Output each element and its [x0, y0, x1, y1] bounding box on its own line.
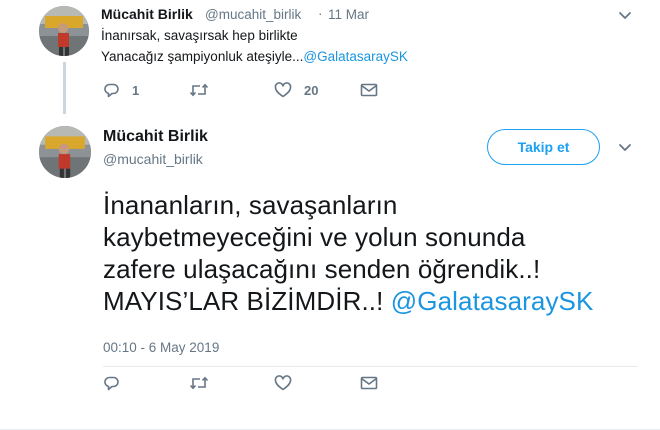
tweet-timestamp[interactable]: 00:10 - 6 May 2019 — [103, 340, 219, 355]
parent-display-name[interactable]: Mücahit Birlik — [101, 6, 193, 22]
retweet-icon — [189, 83, 209, 97]
like-icon — [274, 82, 292, 98]
tweet-text-line: zafere ulaşacağını senden öğrendik..! — [103, 254, 541, 284]
avatar-photo-icon — [39, 6, 89, 56]
tweet-text-line: kaybetmeyeceğini ve yolun sonunda — [103, 222, 526, 252]
tweet-text: İnananların, savaşanların kaybetmeyeceği… — [103, 189, 643, 317]
like-button[interactable] — [274, 373, 292, 393]
parent-tweet-text-prefix: Yanacağız şampiyonluk ateşiyle... — [101, 49, 304, 64]
message-icon — [360, 83, 378, 97]
like-icon — [274, 375, 292, 391]
parent-tweet-text-line1: İnanırsak, savaşırsak hep birlikte — [101, 28, 298, 43]
follow-button[interactable]: Takip et — [487, 129, 600, 165]
parent-separator: · — [318, 6, 323, 21]
retweet-button[interactable] — [189, 80, 209, 100]
like-button[interactable]: 20 — [274, 80, 318, 100]
message-icon — [360, 376, 378, 390]
parent-handle[interactable]: @mucahit_birlik — [205, 7, 301, 22]
like-count: 20 — [304, 82, 319, 98]
message-button[interactable] — [360, 80, 378, 100]
mention-link[interactable]: @GalatasaraySK — [391, 286, 594, 316]
divider — [103, 366, 638, 367]
tweet-text-line: İnananların, savaşanların — [103, 190, 398, 220]
avatar-photo-icon — [39, 126, 91, 178]
chevron-down-icon[interactable] — [618, 143, 632, 153]
avatar[interactable] — [39, 6, 89, 56]
tweet-frame: Mücahit Birlik @mucahit_birlik · 11 Mar … — [0, 0, 660, 430]
parent-date[interactable]: 11 Mar — [328, 7, 369, 22]
author-handle[interactable]: @mucahit_birlik — [103, 151, 203, 167]
retweet-button[interactable] — [189, 373, 209, 393]
retweet-icon — [189, 376, 209, 390]
message-button[interactable] — [360, 373, 378, 393]
reply-icon — [104, 376, 119, 391]
author-display-name[interactable]: Mücahit Birlik — [103, 128, 208, 146]
tweet-text-line: MAYIS’LAR BİZİMDİR..! @GalatasaraySK — [103, 285, 643, 317]
reply-count: 1 — [132, 82, 140, 98]
chevron-down-icon[interactable] — [618, 11, 632, 21]
mention-link[interactable]: @GalatasaraySK — [303, 49, 408, 64]
avatar[interactable] — [39, 126, 91, 178]
reply-icon — [104, 83, 119, 98]
reply-button[interactable]: 1 — [103, 80, 139, 100]
reply-button[interactable] — [103, 373, 120, 393]
thread-connector — [63, 62, 66, 114]
tweet-text-segment: MAYIS’LAR BİZİMDİR..! — [103, 286, 391, 316]
parent-tweet-text-line2: Yanacağız şampiyonluk ateşiyle...@Galata… — [101, 49, 408, 64]
